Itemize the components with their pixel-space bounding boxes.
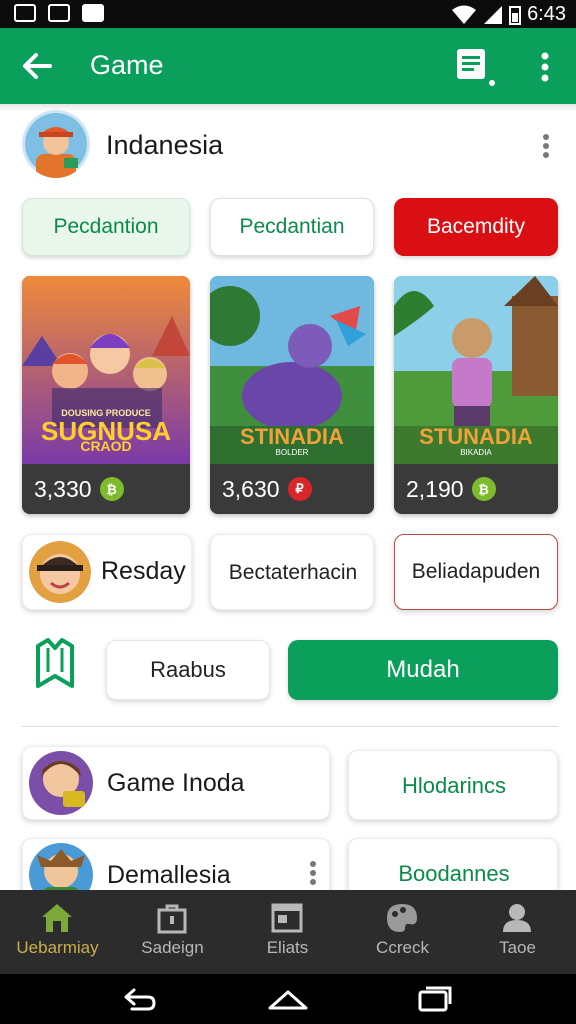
game-art-title: STUNADIA — [419, 424, 533, 449]
game-count: 2,190 — [406, 475, 464, 502]
game-notification-icon — [82, 4, 104, 22]
game-card[interactable]: STINADIA BOLDER 3,630 ₽ — [210, 276, 374, 514]
app-bar-shadow — [0, 104, 576, 112]
app-notification-icon — [48, 4, 70, 22]
list-item-action-label: Hlodarincs — [402, 773, 506, 798]
map-pin-icon[interactable] — [34, 638, 76, 690]
game-count: 3,630 — [222, 475, 280, 502]
filter-pecdantion[interactable]: Pecdantion — [22, 198, 190, 256]
nav-item-sadeign[interactable]: Sadeign — [115, 890, 230, 974]
avatar — [29, 541, 91, 603]
game-art-subtitle: CRAOD — [80, 438, 132, 454]
profile-more-icon[interactable] — [538, 132, 554, 162]
coin-icon: ₽ — [287, 477, 312, 501]
system-back-icon[interactable] — [120, 982, 160, 1016]
game-card-footer: 3,630 ₽ — [210, 464, 374, 514]
list-item[interactable]: Game Inoda — [22, 746, 330, 820]
filter-label: Pecdantian — [239, 215, 345, 238]
option-label: Beliadapuden — [411, 560, 541, 583]
list-item-name: Game Inoda — [107, 769, 245, 797]
filter-pecdantian[interactable]: Pecdantian — [210, 198, 374, 256]
page-title: Game — [90, 50, 164, 80]
filter-label: Pecdantion — [53, 215, 159, 238]
nav-item-ccreck[interactable]: Ccreck — [345, 890, 460, 974]
battery-icon — [509, 5, 522, 25]
nav-item-eliats[interactable]: Eliats — [230, 890, 345, 974]
nav-label: Ccreck — [376, 938, 429, 957]
nav-label: Sadeign — [141, 938, 204, 957]
mudah-button[interactable]: Mudah — [288, 640, 558, 700]
coin-icon: ₿ — [99, 477, 124, 501]
list-item-name: Demallesia — [107, 861, 231, 889]
signal-icon — [484, 5, 503, 24]
divider — [22, 726, 558, 727]
wifi-icon — [452, 5, 477, 24]
raabus-label: Raabus — [150, 657, 226, 682]
app-bar: Game — [0, 28, 576, 104]
filter-bacemdity[interactable]: Bacemdity — [394, 198, 558, 256]
mudah-label: Mudah — [386, 656, 460, 683]
system-home-icon[interactable] — [266, 982, 310, 1016]
user-name: Resday — [101, 557, 186, 585]
nav-label: Eliats — [266, 938, 309, 957]
home-icon — [42, 904, 72, 932]
profile-name: Indanesia — [106, 130, 224, 160]
bag-icon — [157, 904, 187, 934]
game-card[interactable]: DOUSING PRODUCE SUGNUSA CRAOD 3,330 ₿ — [22, 276, 190, 514]
more-vert-icon[interactable] — [530, 48, 560, 88]
nav-item-home[interactable]: Uebarmiay — [0, 890, 115, 974]
status-time: 6:43 — [527, 3, 566, 25]
game-card-footer: 3,330 ₿ — [22, 464, 190, 514]
avatar[interactable] — [22, 110, 90, 178]
list-item-more-icon[interactable] — [305, 859, 321, 889]
game-art-subtitle: BOLDER — [275, 448, 309, 457]
option-bectaterhacin[interactable]: Bectaterhacin — [210, 534, 374, 610]
palette-icon — [387, 904, 417, 932]
nav-item-taoe[interactable]: Taoe — [460, 890, 575, 974]
option-label: Bectaterhacin — [228, 561, 358, 584]
system-recents-icon[interactable] — [414, 982, 454, 1016]
person-icon — [503, 904, 531, 932]
game-card[interactable]: STUNADIA BIKADIA 2,190 ₿ — [394, 276, 558, 514]
game-art-subtitle: BIKADIA — [460, 448, 492, 457]
game-count: 3,330 — [34, 475, 92, 502]
system-nav-bar — [0, 974, 576, 1024]
status-bar: 6:43 — [0, 0, 576, 28]
nav-label: Taoe — [499, 938, 536, 957]
coin-icon: ₿ — [471, 477, 496, 501]
game-card-footer: 2,190 ₿ — [394, 464, 558, 514]
user-card[interactable]: Resday — [22, 534, 192, 610]
avatar — [29, 749, 93, 817]
nav-label: Uebarmiay — [16, 938, 99, 957]
list-item-action-button[interactable]: Hlodarincs — [348, 750, 558, 820]
window-icon — [271, 903, 303, 933]
bottom-nav: Uebarmiay Sadeign Eliats Ccreck Taoe — [0, 890, 576, 974]
filter-label: Bacemdity — [426, 215, 526, 238]
image-notification-icon — [14, 4, 36, 22]
raabus-button[interactable]: Raabus — [106, 640, 270, 700]
game-art-title: STINADIA — [240, 424, 344, 449]
back-arrow-icon[interactable] — [18, 46, 58, 86]
document-icon[interactable] — [452, 46, 496, 90]
option-beliadapuden[interactable]: Beliadapuden — [394, 534, 558, 610]
